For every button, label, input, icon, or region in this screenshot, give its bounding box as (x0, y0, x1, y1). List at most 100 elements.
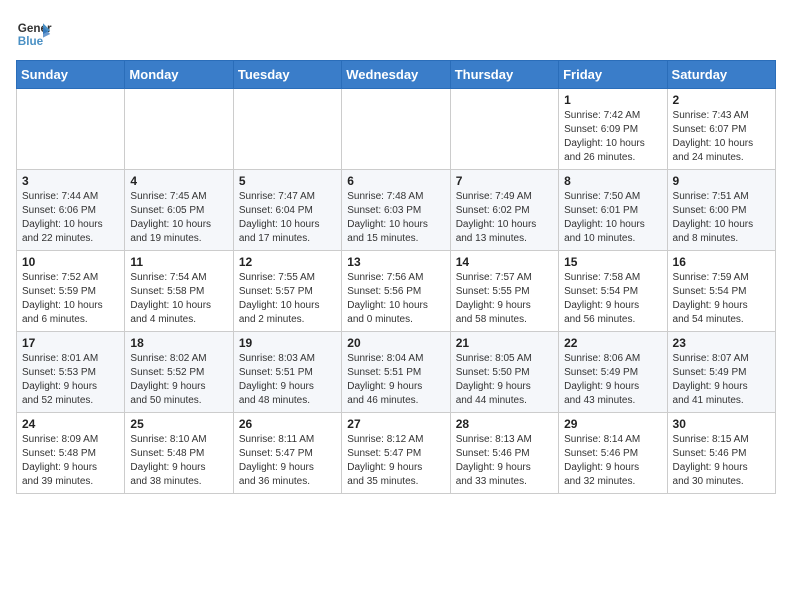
weekday-header-friday: Friday (559, 61, 667, 89)
day-info: Sunrise: 7:45 AM Sunset: 6:05 PM Dayligh… (130, 190, 227, 246)
calendar-cell: 8 Sunrise: 7:50 AM Sunset: 6:01 PM Daylig… (559, 170, 667, 251)
calendar-cell: 1 Sunrise: 7:42 AM Sunset: 6:09 PM Daylig… (559, 89, 667, 170)
day-info: Sunrise: 8:01 AM Sunset: 5:53 PM Dayligh… (22, 352, 119, 408)
calendar-cell (450, 89, 558, 170)
day-number: 23 (673, 336, 770, 350)
day-info: Sunrise: 7:47 AM Sunset: 6:04 PM Dayligh… (239, 190, 336, 246)
calendar-cell (125, 89, 233, 170)
calendar-cell: 21 Sunrise: 8:05 AM Sunset: 5:50 PM Dayli… (450, 332, 558, 413)
day-info: Sunrise: 8:06 AM Sunset: 5:49 PM Dayligh… (564, 352, 661, 408)
calendar-cell: 9 Sunrise: 7:51 AM Sunset: 6:00 PM Daylig… (667, 170, 775, 251)
logo-icon: General Blue (16, 16, 52, 52)
calendar-cell (342, 89, 450, 170)
day-number: 5 (239, 174, 336, 188)
calendar-cell: 30Sunrise: 8:15 AM Sunset: 5:46 PM Dayli… (667, 413, 775, 494)
day-info: Sunrise: 7:57 AM Sunset: 5:55 PM Dayligh… (456, 271, 553, 327)
calendar-cell: 4Sunrise: 7:45 AM Sunset: 6:05 PM Daylig… (125, 170, 233, 251)
svg-text:Blue: Blue (18, 35, 44, 48)
calendar-cell: 7 Sunrise: 7:49 AM Sunset: 6:02 PM Daylig… (450, 170, 558, 251)
day-number: 20 (347, 336, 444, 350)
day-info: Sunrise: 7:51 AM Sunset: 6:00 PM Dayligh… (673, 190, 770, 246)
weekday-header-monday: Monday (125, 61, 233, 89)
day-number: 24 (22, 417, 119, 431)
day-number: 15 (564, 255, 661, 269)
day-number: 11 (130, 255, 227, 269)
day-number: 12 (239, 255, 336, 269)
day-info: Sunrise: 7:52 AM Sunset: 5:59 PM Dayligh… (22, 271, 119, 327)
calendar-cell: 3 Sunrise: 7:44 AM Sunset: 6:06 PM Daylig… (17, 170, 125, 251)
calendar-cell: 18 Sunrise: 8:02 AM Sunset: 5:52 PM Dayli… (125, 332, 233, 413)
day-info: Sunrise: 7:54 AM Sunset: 5:58 PM Dayligh… (130, 271, 227, 327)
day-info: Sunrise: 7:48 AM Sunset: 6:03 PM Dayligh… (347, 190, 444, 246)
weekday-header-saturday: Saturday (667, 61, 775, 89)
calendar-cell: 15 Sunrise: 7:58 AM Sunset: 5:54 PM Dayli… (559, 251, 667, 332)
day-info: Sunrise: 7:49 AM Sunset: 6:02 PM Dayligh… (456, 190, 553, 246)
day-number: 9 (673, 174, 770, 188)
day-number: 21 (456, 336, 553, 350)
day-number: 14 (456, 255, 553, 269)
day-number: 17 (22, 336, 119, 350)
day-info: Sunrise: 8:11 AM Sunset: 5:47 PM Dayligh… (239, 433, 336, 489)
day-info: Sunrise: 8:14 AM Sunset: 5:46 PM Dayligh… (564, 433, 661, 489)
calendar-cell: 13Sunrise: 7:56 AM Sunset: 5:56 PM Dayli… (342, 251, 450, 332)
calendar-cell: 2 Sunrise: 7:43 AM Sunset: 6:07 PM Daylig… (667, 89, 775, 170)
day-info: Sunrise: 8:15 AM Sunset: 5:46 PM Dayligh… (673, 433, 770, 489)
calendar-cell: 6 Sunrise: 7:48 AM Sunset: 6:03 PM Daylig… (342, 170, 450, 251)
calendar-cell: 26 Sunrise: 8:11 AM Sunset: 5:47 PM Dayli… (233, 413, 341, 494)
calendar-cell: 17 Sunrise: 8:01 AM Sunset: 5:53 PM Dayli… (17, 332, 125, 413)
day-info: Sunrise: 8:04 AM Sunset: 5:51 PM Dayligh… (347, 352, 444, 408)
day-number: 8 (564, 174, 661, 188)
day-info: Sunrise: 8:13 AM Sunset: 5:46 PM Dayligh… (456, 433, 553, 489)
day-info: Sunrise: 7:42 AM Sunset: 6:09 PM Dayligh… (564, 109, 661, 165)
day-info: Sunrise: 7:56 AM Sunset: 5:56 PM Dayligh… (347, 271, 444, 327)
day-number: 28 (456, 417, 553, 431)
calendar-cell: 12 Sunrise: 7:55 AM Sunset: 5:57 PM Dayli… (233, 251, 341, 332)
calendar-cell: 20 Sunrise: 8:04 AM Sunset: 5:51 PM Dayli… (342, 332, 450, 413)
day-number: 6 (347, 174, 444, 188)
calendar-cell: 23 Sunrise: 8:07 AM Sunset: 5:49 PM Dayli… (667, 332, 775, 413)
day-number: 19 (239, 336, 336, 350)
calendar-cell: 25 Sunrise: 8:10 AM Sunset: 5:48 PM Dayli… (125, 413, 233, 494)
calendar-cell: 5 Sunrise: 7:47 AM Sunset: 6:04 PM Daylig… (233, 170, 341, 251)
day-number: 10 (22, 255, 119, 269)
day-info: Sunrise: 8:07 AM Sunset: 5:49 PM Dayligh… (673, 352, 770, 408)
weekday-header-sunday: Sunday (17, 61, 125, 89)
calendar-table: SundayMondayTuesdayWednesdayThursdayFrid… (16, 60, 776, 494)
day-info: Sunrise: 7:44 AM Sunset: 6:06 PM Dayligh… (22, 190, 119, 246)
calendar-cell: 11 Sunrise: 7:54 AM Sunset: 5:58 PM Dayli… (125, 251, 233, 332)
day-info: Sunrise: 8:10 AM Sunset: 5:48 PM Dayligh… (130, 433, 227, 489)
day-number: 25 (130, 417, 227, 431)
calendar-cell: 14 Sunrise: 7:57 AM Sunset: 5:55 PM Dayli… (450, 251, 558, 332)
day-info: Sunrise: 8:12 AM Sunset: 5:47 PM Dayligh… (347, 433, 444, 489)
day-number: 18 (130, 336, 227, 350)
day-info: Sunrise: 8:03 AM Sunset: 5:51 PM Dayligh… (239, 352, 336, 408)
calendar-cell: 19 Sunrise: 8:03 AM Sunset: 5:51 PM Dayli… (233, 332, 341, 413)
weekday-header-tuesday: Tuesday (233, 61, 341, 89)
day-number: 2 (673, 93, 770, 107)
day-info: Sunrise: 7:55 AM Sunset: 5:57 PM Dayligh… (239, 271, 336, 327)
day-number: 1 (564, 93, 661, 107)
day-info: Sunrise: 8:05 AM Sunset: 5:50 PM Dayligh… (456, 352, 553, 408)
day-info: Sunrise: 7:58 AM Sunset: 5:54 PM Dayligh… (564, 271, 661, 327)
day-number: 29 (564, 417, 661, 431)
day-info: Sunrise: 7:43 AM Sunset: 6:07 PM Dayligh… (673, 109, 770, 165)
logo: General Blue (16, 16, 52, 52)
calendar-cell: 22Sunrise: 8:06 AM Sunset: 5:49 PM Dayli… (559, 332, 667, 413)
calendar-cell: 28 Sunrise: 8:13 AM Sunset: 5:46 PM Dayli… (450, 413, 558, 494)
day-info: Sunrise: 8:09 AM Sunset: 5:48 PM Dayligh… (22, 433, 119, 489)
calendar-cell (233, 89, 341, 170)
day-info: Sunrise: 7:50 AM Sunset: 6:01 PM Dayligh… (564, 190, 661, 246)
calendar-week-2: 10 Sunrise: 7:52 AM Sunset: 5:59 PM Dayli… (17, 251, 776, 332)
day-number: 27 (347, 417, 444, 431)
calendar-week-4: 24 Sunrise: 8:09 AM Sunset: 5:48 PM Dayli… (17, 413, 776, 494)
calendar-week-1: 3 Sunrise: 7:44 AM Sunset: 6:06 PM Daylig… (17, 170, 776, 251)
day-number: 3 (22, 174, 119, 188)
calendar-cell: 29 Sunrise: 8:14 AM Sunset: 5:46 PM Dayli… (559, 413, 667, 494)
day-number: 26 (239, 417, 336, 431)
day-number: 16 (673, 255, 770, 269)
day-info: Sunrise: 8:02 AM Sunset: 5:52 PM Dayligh… (130, 352, 227, 408)
weekday-header-wednesday: Wednesday (342, 61, 450, 89)
day-number: 7 (456, 174, 553, 188)
page-header: General Blue (16, 16, 776, 52)
day-info: Sunrise: 7:59 AM Sunset: 5:54 PM Dayligh… (673, 271, 770, 327)
